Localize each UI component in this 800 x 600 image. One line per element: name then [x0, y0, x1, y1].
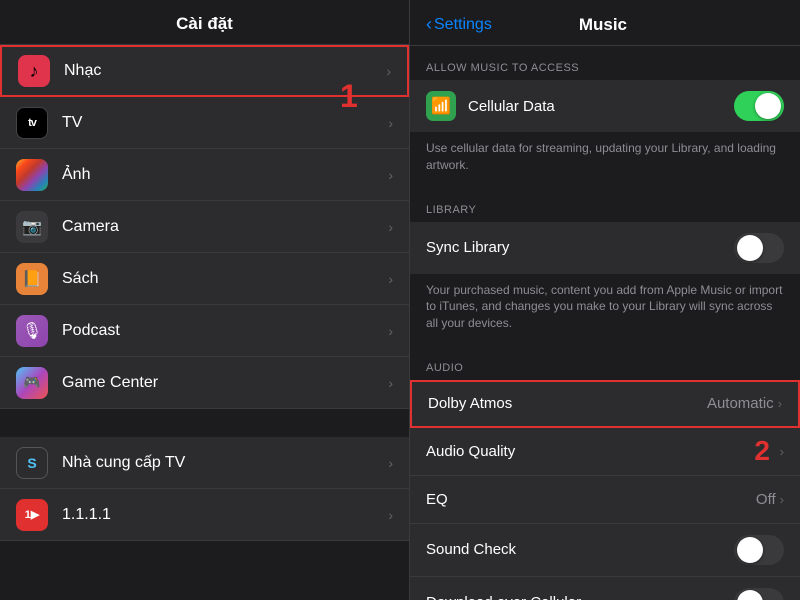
dolbyatmos-label: Dolby Atmos	[428, 395, 707, 412]
item-label-anh: Ảnh	[62, 166, 388, 184]
podcast-icon: 🎙	[16, 315, 48, 347]
list-item-anh[interactable]: Ảnh ›	[0, 149, 409, 201]
chevron-left-icon: ‹	[426, 14, 432, 35]
gamecenter-icon: 🎮	[16, 367, 48, 399]
back-button[interactable]: ‹ Settings	[426, 14, 492, 35]
toggle-knob-downloadcellular	[737, 590, 763, 600]
soundcheck-label: Sound Check	[426, 541, 734, 558]
right-panel: ‹ Settings Music ALLOW MUSIC TO ACCESS 📶…	[410, 0, 800, 600]
cellular-description: Use cellular data for streaming, updatin…	[410, 132, 800, 188]
tvprovider-icon: S	[16, 447, 48, 479]
audioquality-label: Audio Quality	[426, 443, 780, 460]
settings-row-dolbyatmos[interactable]: Dolby Atmos Automatic ›	[410, 380, 800, 428]
list-item-camera[interactable]: 📷 Camera ›	[0, 201, 409, 253]
dolbyatmos-value: Automatic	[707, 395, 774, 412]
chevron-icon-eq: ›	[780, 492, 784, 507]
chevron-icon-podcast: ›	[388, 323, 393, 339]
item-label-sach: Sách	[62, 270, 388, 288]
separator-gap	[0, 409, 409, 437]
cellular-toggle[interactable]	[734, 91, 784, 121]
left-list: ♪ Nhạc › tv TV › Ảnh › 📷 Camera ›	[0, 45, 409, 600]
synclibrary-label: Sync Library	[426, 239, 734, 256]
settings-row-soundcheck[interactable]: Sound Check	[410, 524, 800, 577]
camera-icon: 📷	[16, 211, 48, 243]
settings-group-audio: Dolby Atmos Automatic › Audio Quality 2 …	[410, 380, 800, 600]
left-header: Cài đặt	[0, 0, 409, 45]
synclibrary-description: Your purchased music, content you add fr…	[410, 274, 800, 346]
item-label-camera: Camera	[62, 218, 388, 236]
chevron-icon-audioquality: ›	[780, 444, 784, 459]
item-label-gamecenter: Game Center	[62, 374, 388, 392]
chevron-icon-nhac: ›	[386, 63, 391, 79]
settings-row-cellular[interactable]: 📶 Cellular Data	[410, 80, 800, 132]
settings-group-library: Sync Library	[410, 222, 800, 274]
toggle-knob-synclibrary	[737, 235, 763, 261]
section-label-allow: ALLOW MUSIC TO ACCESS	[410, 46, 800, 80]
toggle-knob-cellular	[755, 93, 781, 119]
cellular-icon: 📶	[426, 91, 456, 121]
chevron-icon-tv: ›	[388, 115, 393, 131]
item-label-1111: 1.1.1.1	[62, 506, 388, 524]
chevron-icon-camera: ›	[388, 219, 393, 235]
section-label-library: LIBRARY	[410, 188, 800, 222]
back-label: Settings	[434, 16, 492, 34]
list-item-sach[interactable]: 📙 Sách ›	[0, 253, 409, 305]
settings-group-allow: 📶 Cellular Data	[410, 80, 800, 132]
item-label-tvprovider: Nhà cung cấp TV	[62, 454, 388, 472]
left-title: Cài đặt	[176, 14, 233, 33]
synclibrary-toggle[interactable]	[734, 233, 784, 263]
list-item-nhac[interactable]: ♪ Nhạc ›	[0, 45, 409, 97]
cellular-label: Cellular Data	[468, 98, 734, 115]
settings-row-downloadcellular[interactable]: Download over Cellular	[410, 577, 800, 600]
settings-row-synclibrary[interactable]: Sync Library	[410, 222, 800, 274]
right-title: Music	[492, 15, 714, 35]
chevron-icon-dolbyatmos: ›	[778, 396, 782, 411]
downloadcellular-toggle[interactable]	[734, 588, 784, 600]
item-label-podcast: Podcast	[62, 322, 388, 340]
tv-icon: tv	[16, 107, 48, 139]
downloadcellular-label: Download over Cellular	[426, 594, 734, 600]
chevron-icon-tvprovider: ›	[388, 455, 393, 471]
chevron-icon-sach: ›	[388, 271, 393, 287]
list-item-tvprovider[interactable]: S Nhà cung cấp TV ›	[0, 437, 409, 489]
right-header: ‹ Settings Music	[410, 0, 800, 46]
photos-icon	[16, 159, 48, 191]
badge-2: 2	[754, 435, 770, 467]
chevron-icon-anh: ›	[388, 167, 393, 183]
toggle-knob-soundcheck	[737, 537, 763, 563]
list-item-1111[interactable]: 1▶ 1.1.1.1 ›	[0, 489, 409, 541]
right-content: ALLOW MUSIC TO ACCESS 📶 Cellular Data Us…	[410, 46, 800, 600]
left-panel: Cài đặt ♪ Nhạc › tv TV › Ảnh › 📷	[0, 0, 410, 600]
list-item-tv[interactable]: tv TV ›	[0, 97, 409, 149]
settings-row-audioquality[interactable]: Audio Quality 2 ›	[410, 428, 800, 476]
eq-label: EQ	[426, 491, 756, 508]
item-label-nhac: Nhạc	[64, 62, 386, 80]
settings-row-eq[interactable]: EQ Off ›	[410, 476, 800, 524]
chevron-icon-1111: ›	[388, 507, 393, 523]
chevron-icon-gamecenter: ›	[388, 375, 393, 391]
item-label-tv: TV	[62, 114, 388, 132]
1111-icon: 1▶	[16, 499, 48, 531]
list-item-gamecenter[interactable]: 🎮 Game Center ›	[0, 357, 409, 409]
music-icon: ♪	[18, 55, 50, 87]
section-label-audio: AUDIO	[410, 346, 800, 380]
eq-value: Off	[756, 491, 776, 508]
soundcheck-toggle[interactable]	[734, 535, 784, 565]
list-item-podcast[interactable]: 🎙 Podcast ›	[0, 305, 409, 357]
books-icon: 📙	[16, 263, 48, 295]
